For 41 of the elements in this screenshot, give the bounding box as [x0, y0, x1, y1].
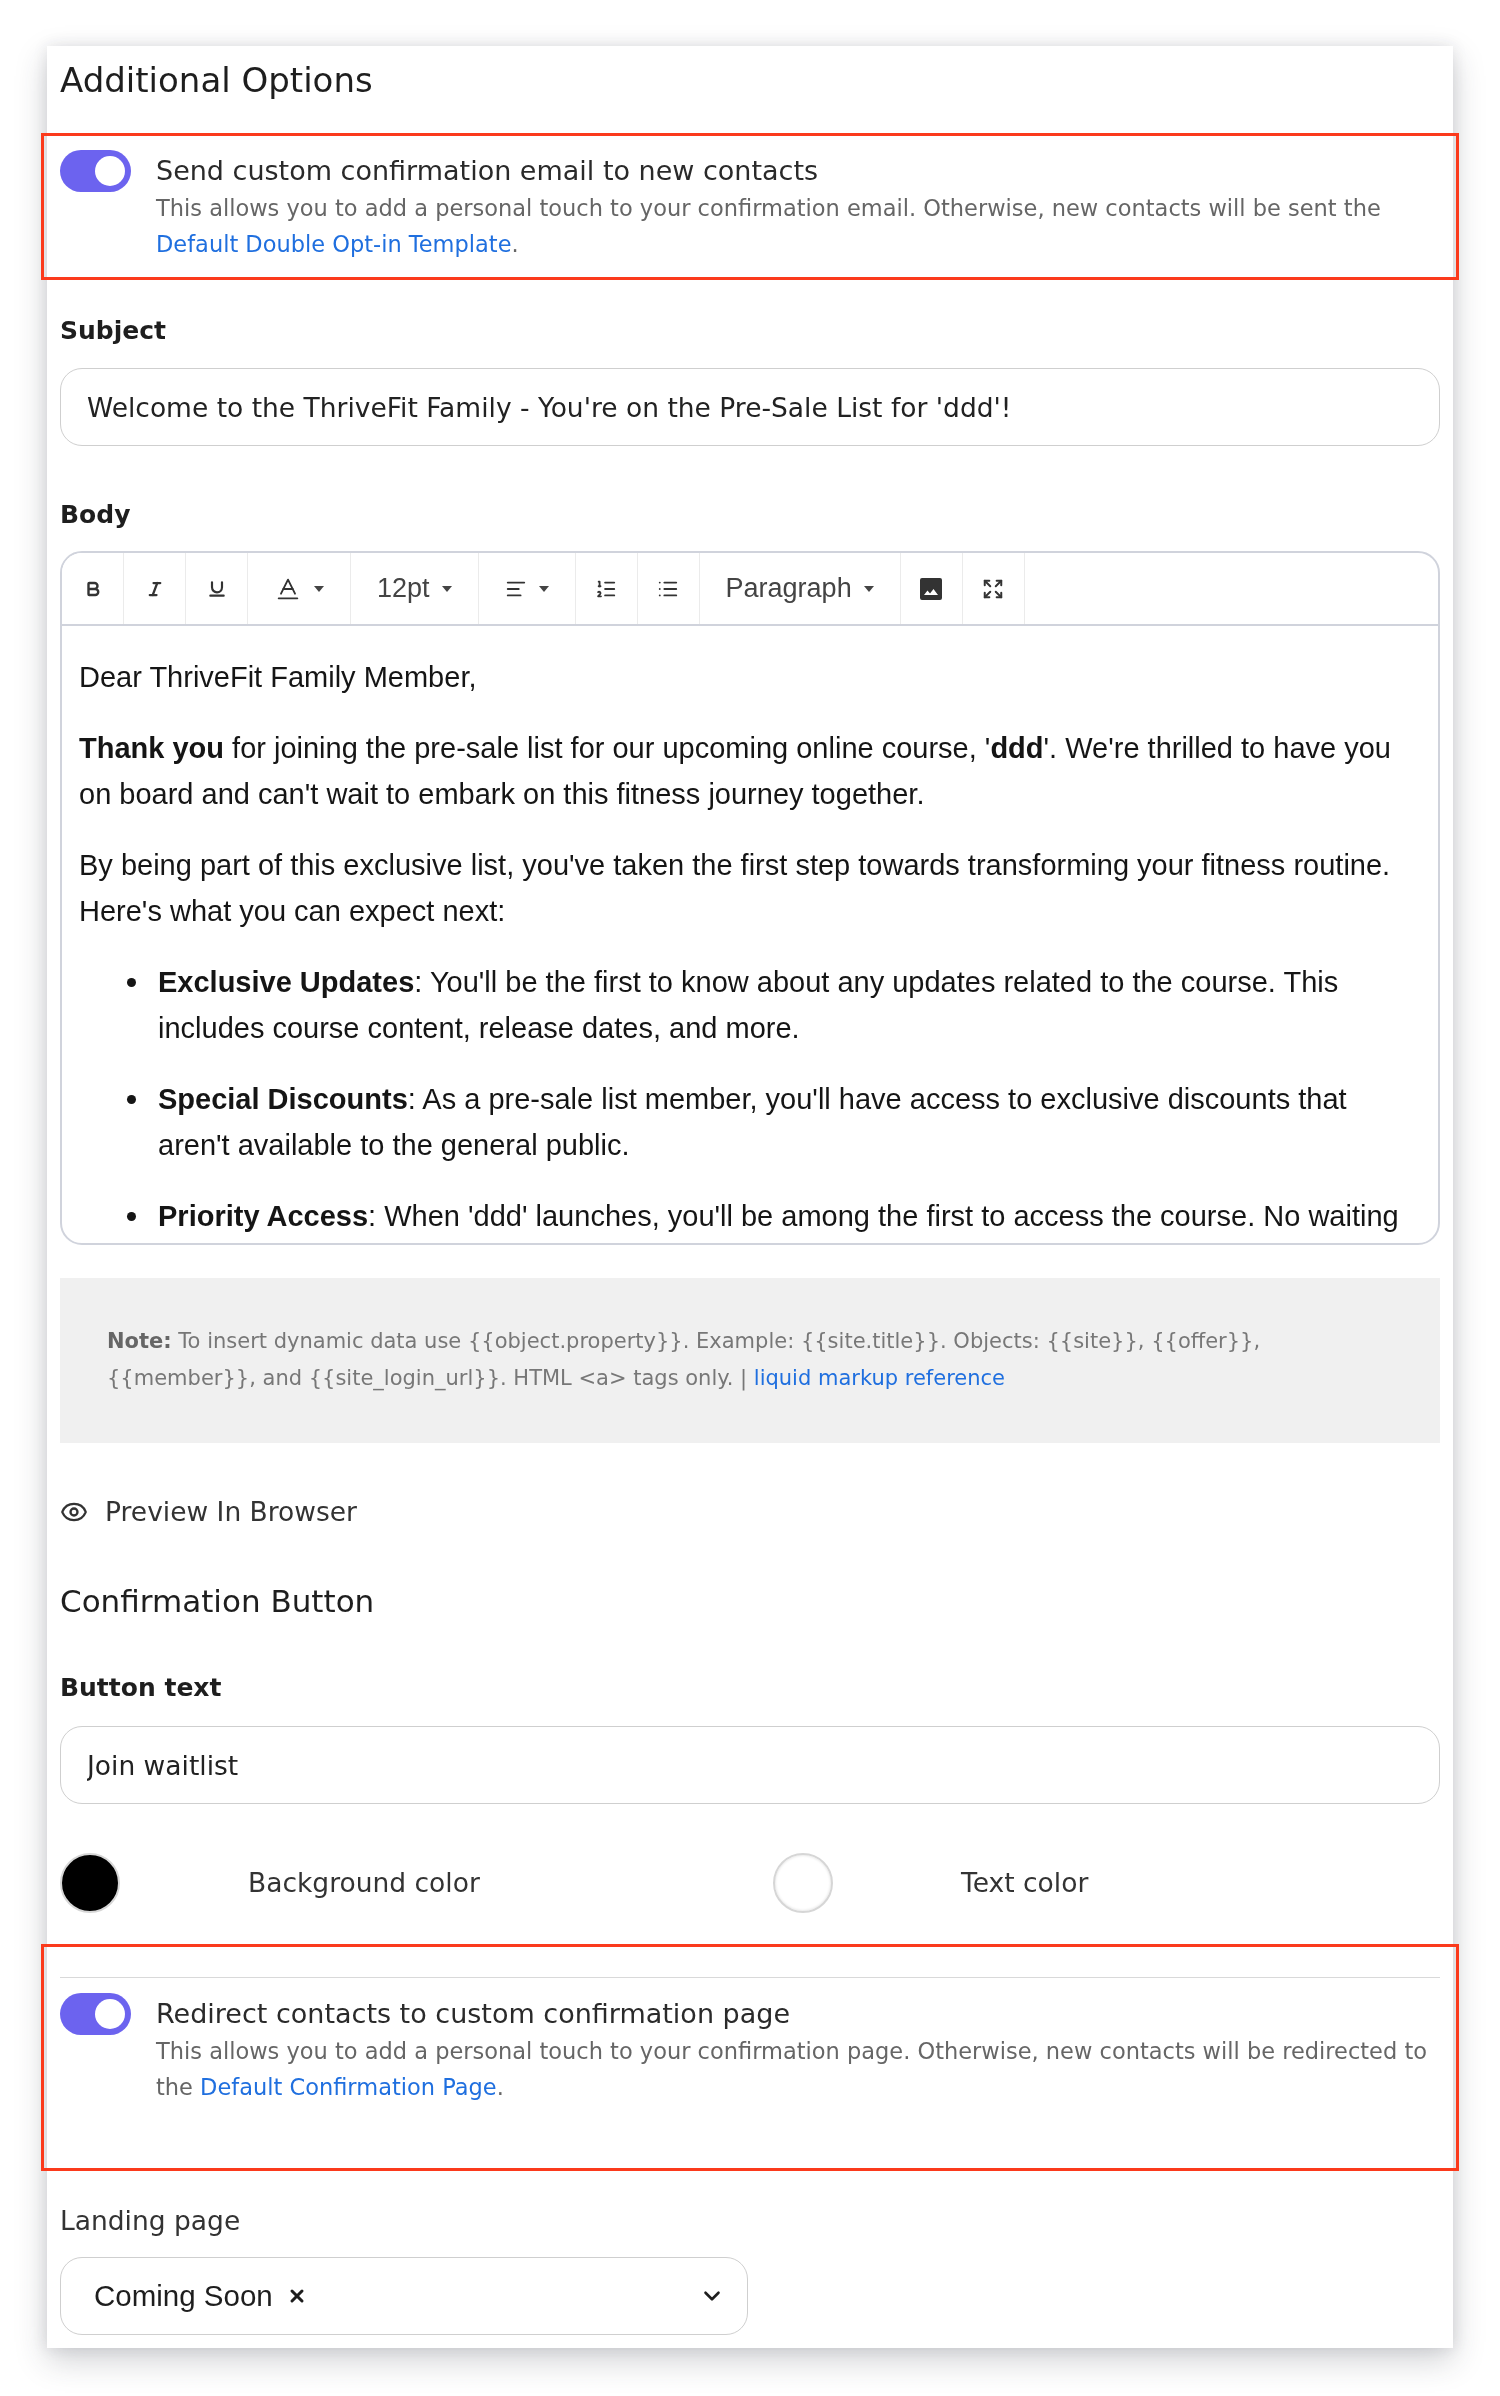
- image-icon: [920, 577, 943, 600]
- note-text: Note: To insert dynamic data use {{object.property}}. Example: {{site.title}}. Objects: {{site}}, {{offer}}, {{member}}, and {{site_login_url}}. HTML <a> tags only. | liquid markup reference: [107, 1328, 1262, 1393]
- swatch-label: Text color: [961, 1866, 1089, 1900]
- bullet-icon: [127, 1095, 136, 1104]
- default-template-link[interactable]: Default Double Opt-in Template: [156, 231, 512, 257]
- bold-button[interactable]: [62, 553, 124, 624]
- toggle-switch[interactable]: [60, 1993, 131, 2035]
- color-swatch-icon[interactable]: [773, 1853, 833, 1913]
- default-template-link[interactable]: Default Confirmation Page: [200, 2074, 497, 2100]
- section-title: Additional Options: [60, 60, 374, 101]
- liquid-reference-link[interactable]: liquid markup reference: [753, 1366, 1005, 1390]
- field-label: Subject: [60, 315, 167, 347]
- caret-icon: [538, 585, 549, 592]
- caret-icon: [314, 585, 324, 592]
- section-heading: Confirmation Button: [60, 1582, 376, 1620]
- field-label: Body: [60, 499, 132, 531]
- rich-text-editor[interactable]: [60, 551, 1440, 1245]
- bullet-text: Priority Access: When 'ddd' launches, you'll be among the first to access the course. No waiting: [158, 1199, 1399, 1234]
- field-label: Button text: [60, 1672, 223, 1704]
- body-paragraph: By being part of this exclusive list, you've taken the first step towards transforming your fitness routine. Here's what you can expect next:: [79, 848, 1392, 929]
- body-paragraph: Dear ThriveFit Family Member,: [79, 660, 478, 695]
- option-title: Redirect contacts to custom confirmation page: [156, 1997, 791, 2031]
- fullscreen-icon: [982, 577, 1005, 600]
- bullet-text: Special Discounts: As a pre-sale list member, you'll have access to exclusive discounts that aren't available to the general public.: [158, 1082, 1348, 1163]
- option-description: This allows you to add a personal touch to your confirmation page. Otherwise, new contacts will be redirected to the Default Confirmation Page.: [156, 2037, 1428, 2102]
- caret-icon: [863, 585, 874, 592]
- color-swatch-icon[interactable]: [60, 1853, 120, 1913]
- preview-link[interactable]: Preview In Browser: [60, 1495, 357, 1529]
- option-title: Send custom confirmation email to new contacts: [156, 154, 820, 188]
- bullet-text: Exclusive Updates: You'll be the first to know about any updates related to the course. This includes course content, release dates, and more.: [158, 965, 1340, 1046]
- swatch-label: Background color: [248, 1866, 480, 1900]
- option-description: This allows you to add a personal touch to your confirmation email. Otherwise, new contacts will be sent the Default Double Opt-in Template.: [156, 194, 1382, 259]
- underline-icon: [206, 578, 227, 599]
- landing-page-select[interactable]: Coming Soon: [60, 2257, 748, 2335]
- caret-icon: [441, 585, 452, 592]
- bullet-icon: [127, 978, 136, 987]
- body-paragraph: Thank you for joining the pre-sale list for our upcoming online course, 'ddd'. We're thrilled to have you on board and can't wait to embark on this fitness journey together.: [79, 731, 1392, 812]
- bullet-icon: [127, 1212, 136, 1221]
- field-label: Landing page: [60, 2205, 242, 2237]
- subject-field[interactable]: Welcome to the ThriveFit Family - You're on the Pre-Sale List for 'ddd'!: [60, 368, 1440, 446]
- toggle-switch[interactable]: [60, 150, 131, 192]
